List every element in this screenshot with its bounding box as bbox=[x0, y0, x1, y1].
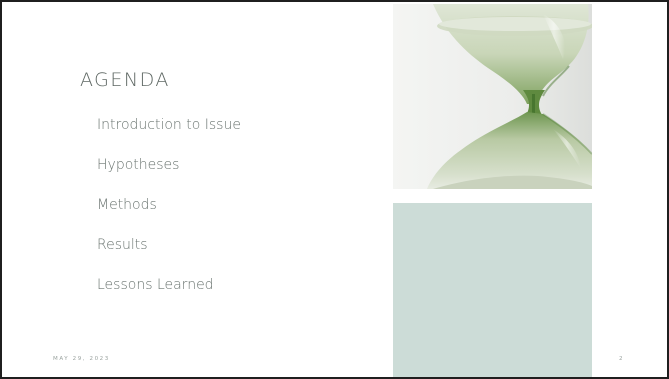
agenda-item-lessons-learned: Lessons Learned bbox=[97, 277, 214, 293]
page-number: 2 bbox=[619, 356, 623, 362]
slide: AGENDA Introduction to Issue Hypotheses … bbox=[0, 0, 669, 379]
agenda-item-results: Results bbox=[97, 237, 148, 253]
agenda-item-introduction: Introduction to Issue bbox=[97, 117, 241, 133]
slide-title: AGENDA bbox=[80, 69, 170, 91]
agenda-item-methods: Methods bbox=[97, 197, 157, 213]
agenda-list: Introduction to Issue Hypotheses Methods… bbox=[97, 114, 241, 314]
slide-date: MAY 29, 2023 bbox=[53, 356, 110, 362]
accent-block bbox=[393, 203, 592, 377]
agenda-item-hypotheses: Hypotheses bbox=[97, 157, 180, 173]
hourglass-image bbox=[393, 4, 592, 189]
